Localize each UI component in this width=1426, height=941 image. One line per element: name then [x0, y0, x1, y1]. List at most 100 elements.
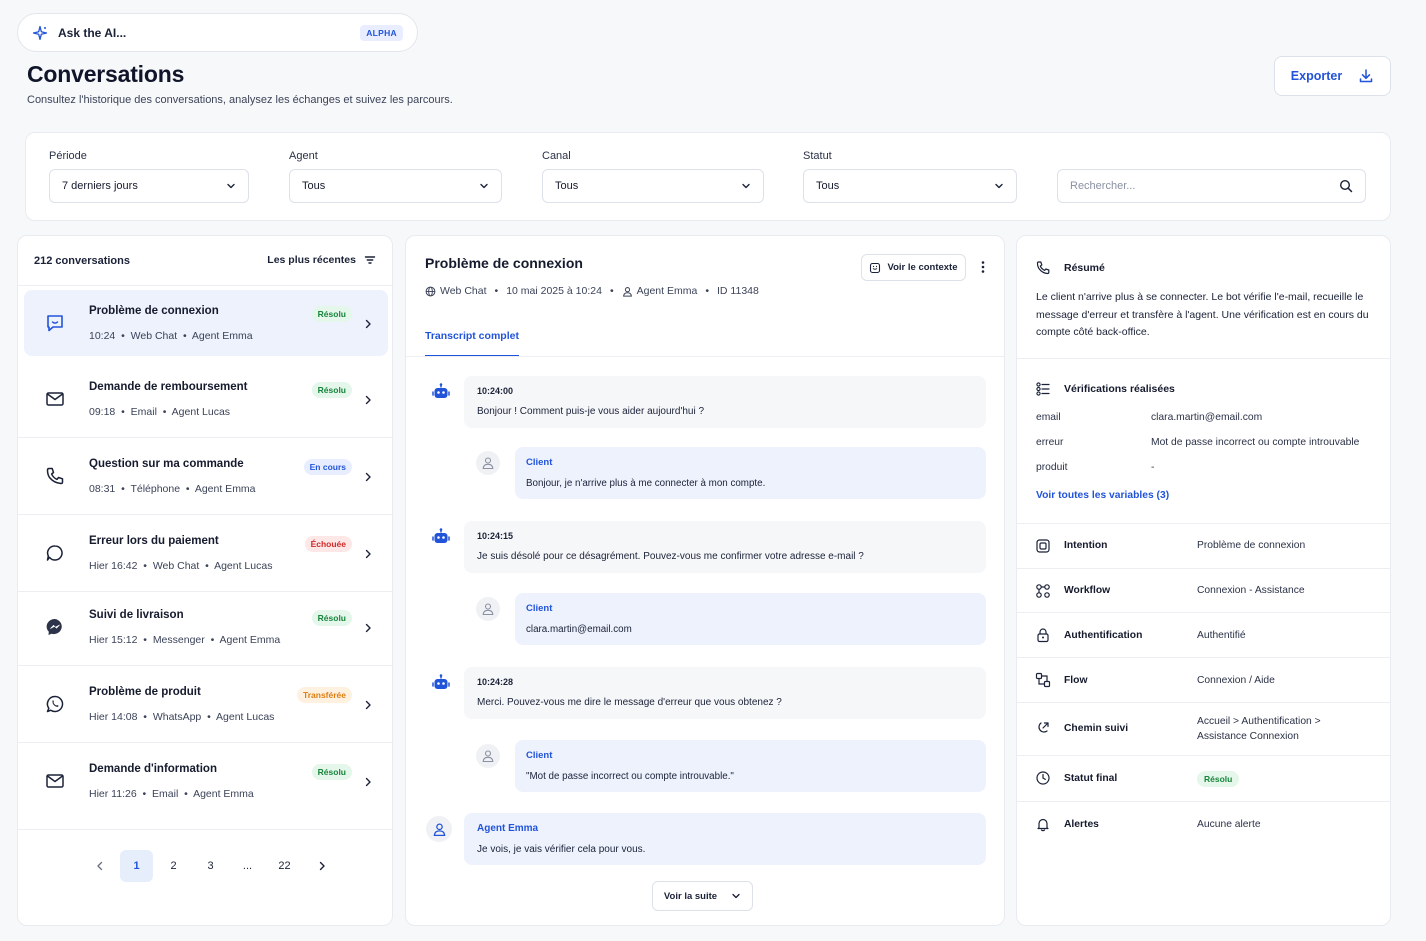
conversation-title: Erreur lors du paiement [89, 535, 219, 547]
status-icon [1035, 770, 1051, 786]
channel-select[interactable]: Tous [542, 169, 764, 203]
status-badge: Résolu [311, 610, 352, 626]
conversation-title: Problème de produit [89, 686, 201, 698]
agent-avatar-icon [426, 816, 452, 842]
message-time: 10:24:28 [477, 677, 514, 687]
tab-transcript[interactable]: Transcript complet [425, 330, 519, 357]
phone-icon [44, 465, 66, 487]
pagination: 1 2 3 ... 22 [83, 850, 342, 882]
conversation-title: Question sur ma commande [89, 458, 244, 470]
conversation-item[interactable]: Demande de remboursement 09:18 • Email •… [18, 366, 394, 438]
filters-bar: Période 7 derniers jours Agent Tous Cana… [25, 132, 1391, 221]
chevron-right-icon [364, 549, 372, 559]
summary-icon [1035, 260, 1051, 276]
search-input[interactable] [1070, 180, 1310, 192]
agent-label: Agent [289, 150, 318, 162]
message-text: clara.martin@email.com [526, 624, 632, 635]
bot-message: 10:24:00 Bonjour ! Comment puis-je vous … [464, 376, 986, 428]
sort-label: Les plus récentes [267, 254, 356, 266]
flow-label: Flow [1064, 675, 1088, 686]
checks-icon [1035, 381, 1051, 397]
search-box [1057, 169, 1366, 203]
more-options-icon[interactable] [976, 259, 990, 275]
next-page-button[interactable] [305, 850, 338, 882]
conversation-meta: 09:18 • Email • Agent Lucas [89, 406, 231, 418]
conversation-item[interactable]: Problème de connexion 10:24 • Web Chat •… [24, 290, 388, 356]
details-panel: Résumé Le client n'arrive plus à se conn… [1016, 235, 1391, 926]
conversation-item[interactable]: Demande d'information Hier 11:26 • Email… [24, 748, 388, 814]
conversation-item[interactable]: Question sur ma commande 08:31 • Télépho… [18, 443, 394, 515]
workflow-icon [1035, 583, 1051, 599]
period-label: Période [49, 150, 87, 162]
summary-title: Résumé [1064, 262, 1105, 274]
status-select[interactable]: Tous [803, 169, 1017, 203]
conversation-count: 212 conversations [34, 255, 130, 267]
channel-value: Tous [555, 180, 579, 192]
conversation-meta: Hier 14:08 • WhatsApp • Agent Lucas [89, 711, 275, 723]
list-header: 212 conversations Les plus récentes [18, 236, 392, 286]
flow-value: Connexion / Aide [1197, 675, 1275, 686]
chat-icon [44, 312, 66, 334]
conversation-title: Demande d'information [89, 763, 217, 775]
variable-key: email [1036, 412, 1061, 423]
conversation-detail-panel: Problème de connexion Web Chat • 10 mai … [405, 235, 1005, 926]
conversation-heading: Problème de connexion [425, 255, 583, 271]
sort-button[interactable]: Les plus récentes [267, 254, 376, 266]
conversation-item[interactable]: Problème de produit Hier 14:08 • WhatsAp… [18, 671, 394, 743]
period-value: 7 derniers jours [62, 180, 138, 192]
page-button[interactable]: 2 [157, 850, 190, 882]
conversation-meta: 10:24 • Web Chat • Agent Emma [89, 330, 253, 342]
page-button[interactable]: 3 [194, 850, 227, 882]
checks-title: Vérifications réalisées [1064, 383, 1175, 395]
agent-text: Agent Emma [636, 285, 698, 297]
alerts-value: Aucune alerte [1197, 819, 1261, 830]
conversation-item[interactable]: Suivi de livraison Hier 15:12 • Messenge… [18, 594, 394, 666]
ask-ai-label: Ask the AI... [58, 25, 127, 40]
message-time: 10:24:00 [477, 386, 514, 396]
path-icon [1035, 720, 1051, 736]
variable-value: - [1151, 462, 1155, 473]
status-badge: Résolu [311, 382, 352, 398]
intention-value: Problème de connexion [1197, 540, 1306, 551]
path-label: Chemin suivi [1064, 723, 1129, 734]
prev-page-button[interactable] [83, 850, 116, 882]
bot-message: 10:24:28 Merci. Pouvez-vous me dire le m… [464, 667, 986, 719]
page-button[interactable]: 1 [120, 850, 153, 882]
export-button[interactable]: Exporter [1274, 56, 1391, 96]
view-all-variables-link[interactable]: Voir toutes les variables (3) [1036, 490, 1169, 501]
channel-label: Canal [542, 150, 571, 162]
chevron-right-icon [364, 395, 372, 405]
messenger-icon [44, 616, 66, 638]
ask-ai-input[interactable]: Ask the AI... ALPHA [17, 13, 418, 52]
channel-text: Web Chat [440, 285, 487, 297]
bot-icon [430, 526, 452, 548]
message-text: "Mot de passe incorrect ou compte introu… [526, 771, 734, 782]
bot-icon [430, 381, 452, 403]
alpha-badge: ALPHA [360, 24, 403, 41]
view-context-button[interactable]: Voir le contexte [861, 254, 966, 281]
mail-icon [44, 770, 66, 792]
chevron-right-icon [364, 700, 372, 710]
final-status-badge: Résolu [1197, 771, 1240, 787]
status-label: Statut [803, 150, 832, 162]
agent-select[interactable]: Tous [289, 169, 502, 203]
chevron-right-icon [364, 472, 372, 482]
chevron-left-icon [96, 861, 104, 871]
message-text: Je vois, je vais vérifier cela pour vous… [477, 844, 646, 855]
chevron-right-icon [364, 777, 372, 787]
page-button[interactable]: 22 [268, 850, 301, 882]
view-more-button[interactable]: Voir la suite [652, 881, 753, 911]
message-author: Client [526, 457, 553, 468]
client-avatar-icon [476, 451, 500, 475]
message-text: Merci. Pouvez-vous me dire le message d'… [477, 697, 782, 708]
conversation-list-panel: 212 conversations Les plus récentes Prob… [17, 235, 394, 926]
sparkle-icon [32, 25, 48, 41]
path-value-line: Assistance Connexion [1197, 731, 1299, 742]
client-message: Client "Mot de passe incorrect ou compte… [515, 740, 986, 792]
whatsapp-icon [44, 693, 66, 715]
agent-value: Tous [302, 180, 326, 192]
period-select[interactable]: 7 derniers jours [49, 169, 249, 203]
conversation-id: ID 11348 [717, 285, 759, 297]
search-icon[interactable] [1339, 179, 1353, 193]
conversation-item[interactable]: Erreur lors du paiement Hier 16:42 • Web… [18, 520, 394, 592]
